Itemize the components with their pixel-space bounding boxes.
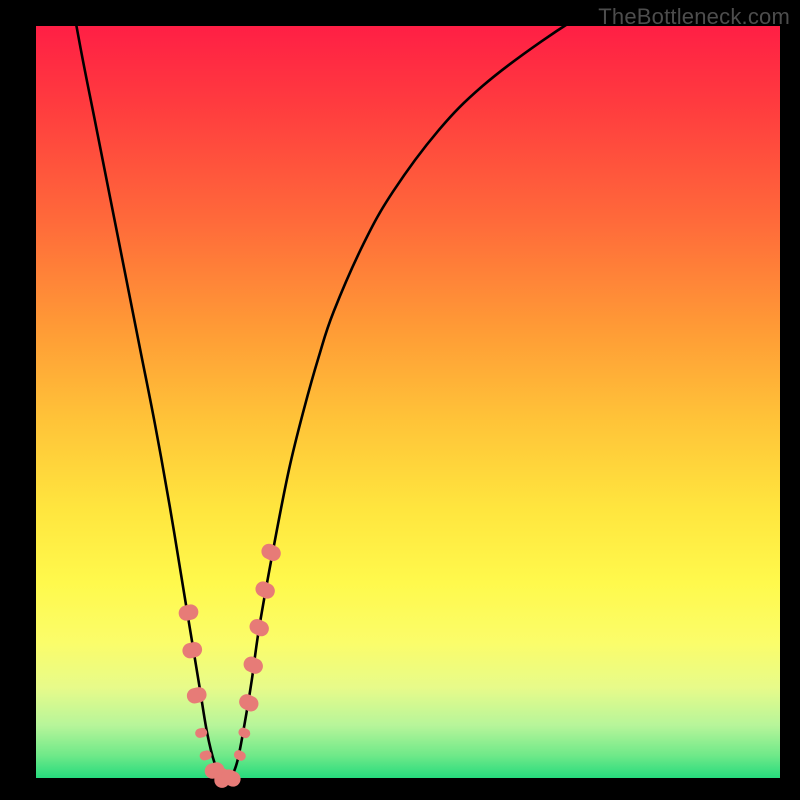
- curve-marker: [259, 541, 284, 563]
- curve-layer: [36, 26, 780, 778]
- plot-area: [36, 26, 780, 778]
- curve-marker: [237, 692, 262, 714]
- curve-marker: [177, 603, 200, 623]
- curve-marker: [253, 579, 278, 601]
- curve-marker: [241, 654, 266, 676]
- chart-frame: TheBottleneck.com: [0, 0, 800, 800]
- curve-marker: [237, 726, 252, 740]
- curve-marker: [232, 749, 247, 763]
- curve-marker: [247, 616, 272, 638]
- watermark-text: TheBottleneck.com: [598, 4, 790, 30]
- curve-marker: [181, 640, 204, 660]
- bottleneck-curve: [36, 0, 780, 780]
- curve-marker: [185, 685, 208, 705]
